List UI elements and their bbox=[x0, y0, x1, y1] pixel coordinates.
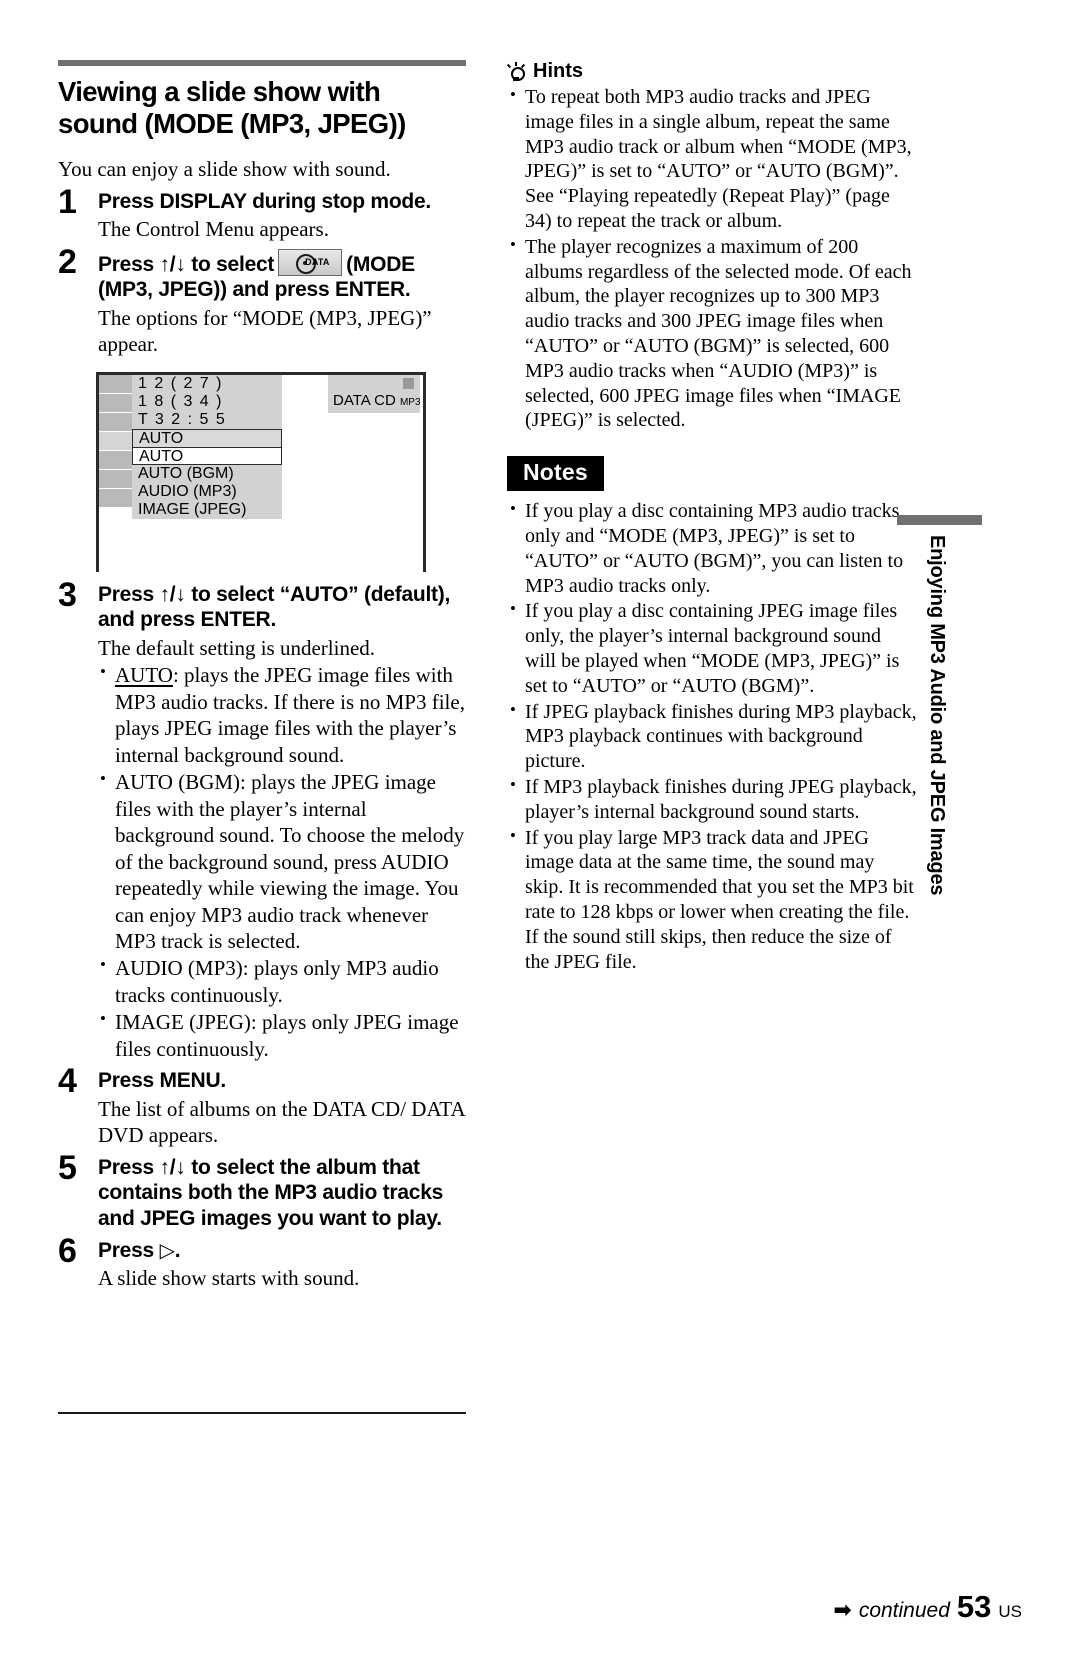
step-4: 4 Press MENU. The list of albums on the … bbox=[58, 1064, 466, 1149]
list-item: IMAGE (JPEG): plays only JPEG image file… bbox=[98, 1008, 466, 1062]
step-1-title: Press DISPLAY during stop mode. bbox=[98, 189, 431, 213]
osd-option[interactable]: AUTO (BGM) bbox=[132, 464, 282, 483]
osd-icon-cell bbox=[99, 450, 132, 470]
step-2-number: 2 bbox=[58, 242, 77, 281]
continued-label: continued bbox=[858, 1599, 950, 1622]
step-1-number: 1 bbox=[58, 182, 77, 221]
step-2: 2 Press ↑/↓ to select DATA (MODE (MP3, J… bbox=[58, 245, 466, 358]
list-item: AUDIO (MP3): plays only MP3 audio tracks… bbox=[98, 954, 466, 1008]
list-item: AUTO: plays the JPEG image files with MP… bbox=[98, 661, 466, 768]
list-item: If you play a disc containing MP3 audio … bbox=[507, 498, 917, 598]
list-item: AUTO (BGM): plays the JPEG image files w… bbox=[98, 768, 466, 954]
bottom-rule bbox=[58, 1412, 466, 1414]
side-tab-bar bbox=[897, 515, 982, 525]
step-5-title: Press ↑/↓ to select the album that conta… bbox=[98, 1155, 444, 1230]
osd-icon-cell bbox=[99, 488, 132, 508]
notes-badge: Notes bbox=[507, 456, 604, 492]
osd-info-row: 1 2 ( 2 7 ) bbox=[132, 374, 282, 393]
list-item: If you play large MP3 track data and JPE… bbox=[507, 825, 917, 975]
osd-info-row: T 3 2 : 5 5 bbox=[132, 410, 282, 429]
osd-icon-cell bbox=[99, 393, 132, 413]
step-6-title-suffix: . bbox=[174, 1238, 181, 1262]
step-3-number: 3 bbox=[58, 575, 77, 614]
osd-option-current[interactable]: AUTO bbox=[132, 428, 282, 447]
step-6-number: 6 bbox=[58, 1231, 77, 1270]
step-3-bullet-list: AUTO: plays the JPEG image files with MP… bbox=[98, 661, 466, 1062]
option-term-audio-mp3: AUDIO (MP3) bbox=[115, 956, 243, 981]
osd-option[interactable]: AUDIO (MP3) bbox=[132, 482, 282, 501]
arrow-right-icon: ➡ bbox=[833, 1598, 852, 1623]
osd-icon-cell bbox=[99, 431, 132, 451]
osd-disc-label: DATA CD MP3 bbox=[333, 392, 421, 409]
manual-page: Viewing a slide show with sound (MODE (M… bbox=[0, 0, 1080, 1677]
osd-option[interactable]: IMAGE (JPEG) bbox=[132, 500, 282, 519]
step-4-body: The list of albums on the DATA CD/ DATA … bbox=[98, 1096, 465, 1148]
step-5: 5 Press ↑/↓ to select the album that con… bbox=[58, 1151, 466, 1232]
step-4-number: 4 bbox=[58, 1062, 77, 1101]
hints-heading-label: Hints bbox=[533, 60, 583, 82]
list-item: To repeat both MP3 audio tracks and JPEG… bbox=[507, 84, 917, 234]
right-column: Hints To repeat both MP3 audio tracks an… bbox=[506, 60, 917, 975]
data-cd-mode-icon-label: DATA bbox=[305, 256, 330, 267]
option-desc: : plays the JPEG image files with the pl… bbox=[115, 770, 465, 953]
lightbulb-icon bbox=[506, 61, 526, 82]
option-term-auto: AUTO bbox=[115, 663, 173, 688]
step-6-title: Press ▷. bbox=[98, 1238, 466, 1264]
step-6: 6 Press ▷. A slide show starts with soun… bbox=[58, 1234, 466, 1292]
intro-text: You can enjoy a slide show with sound. bbox=[58, 157, 391, 182]
step-3-body: The default setting is underlined. bbox=[98, 636, 376, 660]
page-title: Viewing a slide show with sound (MODE (M… bbox=[58, 76, 406, 140]
step-4-title: Press MENU. bbox=[98, 1069, 226, 1093]
list-item: If you play a disc containing JPEG image… bbox=[507, 598, 917, 698]
osd-icon-cell bbox=[99, 374, 132, 394]
notes-list: If you play a disc containing MP3 audio … bbox=[507, 498, 917, 975]
osd-diagram: 1 2 ( 2 7 ) 1 8 ( 3 4 ) T 3 2 : 5 5 AUTO… bbox=[96, 371, 426, 572]
list-item: If JPEG playback finishes during MP3 pla… bbox=[507, 699, 917, 774]
data-cd-mode-icon: DATA bbox=[278, 248, 343, 276]
option-term-image-jpeg: IMAGE (JPEG) bbox=[115, 1010, 251, 1035]
osd-option-selected[interactable]: AUTO bbox=[132, 446, 282, 465]
step-3-title: Press ↑/↓ to select “AUTO” (default), an… bbox=[98, 582, 451, 632]
list-item: If MP3 playback finishes during JPEG pla… bbox=[507, 774, 917, 825]
hints-list: To repeat both MP3 audio tracks and JPEG… bbox=[507, 84, 917, 433]
play-triangle-icon: ▷ bbox=[159, 1237, 175, 1262]
hints-heading: Hints bbox=[506, 60, 917, 83]
step-2-title-part1: Press ↑/↓ to select bbox=[98, 252, 275, 276]
side-tab-label: Enjoying MP3 Audio and JPEG Images bbox=[926, 535, 948, 896]
osd-disc-indicator: DATA CD MP3 bbox=[328, 374, 421, 413]
step-2-body: The options for “MODE (MP3, JPEG)” appea… bbox=[98, 305, 432, 357]
region-code: US bbox=[998, 1602, 1022, 1621]
step-1-body: The Control Menu appears. bbox=[98, 217, 329, 242]
step-3: 3 Press ↑/↓ to select “AUTO” (default), … bbox=[58, 578, 466, 1062]
option-term-auto-bgm: AUTO (BGM) bbox=[115, 770, 241, 795]
osd-icon-cell bbox=[99, 469, 132, 489]
osd-icon-cell bbox=[99, 412, 132, 432]
list-item: The player recognizes a maximum of 200 a… bbox=[507, 234, 917, 433]
left-column: Viewing a slide show with sound (MODE (M… bbox=[58, 60, 466, 1292]
page-number: 53 bbox=[956, 1589, 992, 1624]
step-6-title-prefix: Press bbox=[98, 1238, 154, 1262]
stop-square-icon bbox=[403, 377, 414, 389]
osd-disc-label-format: MP3 bbox=[399, 396, 421, 408]
osd-disc-label-text: DATA CD bbox=[333, 391, 396, 409]
osd-icon-column bbox=[99, 374, 132, 508]
osd-text-column: 1 2 ( 2 7 ) 1 8 ( 3 4 ) T 3 2 : 5 5 AUTO… bbox=[132, 374, 282, 519]
step-5-number: 5 bbox=[58, 1148, 77, 1187]
osd-info-row: 1 8 ( 3 4 ) bbox=[132, 392, 282, 411]
chapter-side-tab: Enjoying MP3 Audio and JPEG Images bbox=[897, 515, 982, 896]
page-footer: ➡ continued 53 US bbox=[833, 1589, 1022, 1625]
step-6-body: A slide show starts with sound. bbox=[98, 1266, 360, 1291]
step-2-title: Press ↑/↓ to select DATA (MODE (MP3, JPE… bbox=[98, 248, 466, 303]
title-rule bbox=[58, 60, 466, 66]
osd-right-border bbox=[423, 371, 426, 572]
step-1: 1 Press DISPLAY during stop mode. The Co… bbox=[58, 185, 466, 243]
